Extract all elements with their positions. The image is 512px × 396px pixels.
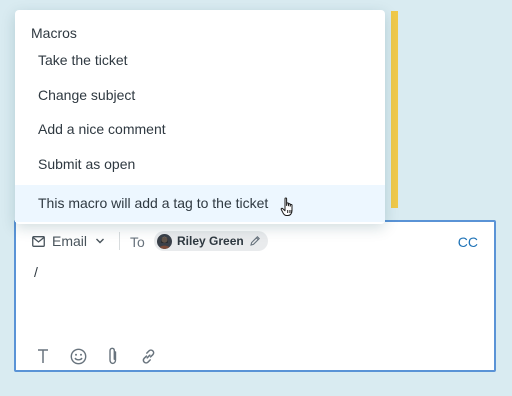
envelope-icon (32, 235, 45, 247)
macro-item-label: This macro will add a tag to the ticket (38, 195, 269, 211)
macro-item-change-subject[interactable]: Change subject (15, 78, 385, 112)
channel-label: Email (52, 233, 88, 249)
macro-item-add-comment[interactable]: Add a nice comment (15, 112, 385, 146)
macro-item-label: Add a nice comment (38, 121, 166, 137)
macro-item-take-ticket[interactable]: Take the ticket (15, 43, 385, 77)
attachment-icon[interactable] (104, 347, 122, 365)
macro-item-add-tag[interactable]: This macro will add a tag to the ticket (15, 185, 385, 222)
reply-composer: Email To Riley Green CC / (14, 220, 496, 372)
macros-menu: Macros Take the ticket Change subject Ad… (15, 10, 385, 224)
pencil-icon[interactable] (249, 235, 261, 247)
emoji-icon[interactable] (69, 347, 87, 365)
macro-item-label: Change subject (38, 87, 136, 103)
chevron-down-icon (96, 238, 105, 244)
macros-title: Macros (31, 25, 77, 41)
cc-link[interactable]: CC (458, 234, 478, 250)
status-side-bar (391, 11, 398, 208)
avatar (157, 233, 172, 249)
text-format-icon[interactable] (34, 347, 52, 365)
recipient-pill[interactable]: Riley Green (154, 231, 268, 251)
link-icon[interactable] (139, 347, 157, 365)
recipient-name: Riley Green (177, 234, 244, 248)
channel-select[interactable]: Email (32, 231, 105, 251)
hand-cursor-icon (280, 197, 293, 216)
header-divider (119, 232, 120, 250)
composer-toolbar (34, 346, 174, 366)
composer-header: Email To Riley Green CC (16, 222, 494, 258)
macro-item-label: Submit as open (38, 156, 136, 172)
editor-text[interactable]: / (34, 264, 38, 280)
macro-item-submit-open[interactable]: Submit as open (15, 147, 385, 181)
to-label: To (130, 234, 145, 250)
macro-item-label: Take the ticket (38, 52, 128, 68)
